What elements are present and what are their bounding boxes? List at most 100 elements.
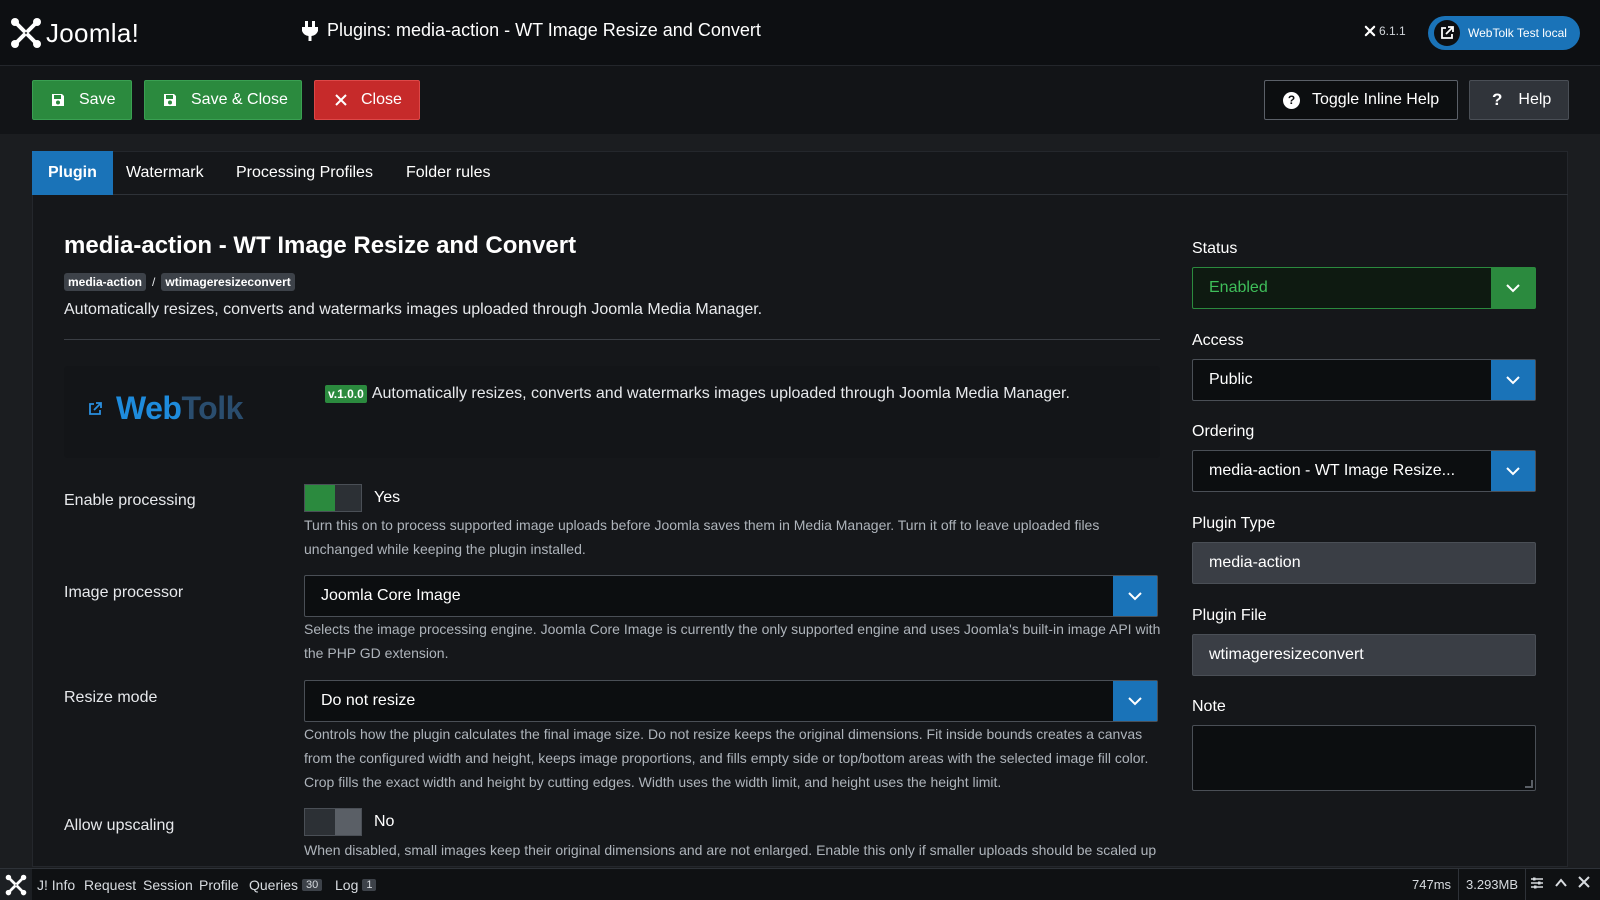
debug-time: 747ms	[1412, 877, 1452, 892]
save-button[interactable]: Save	[32, 80, 132, 120]
tab-watermark[interactable]: Watermark	[110, 151, 220, 195]
resize-mode-value: Do not resize	[321, 692, 416, 709]
resize-mode-hint: Controls how the plugin calculates the f…	[304, 726, 1149, 790]
resize-handle-icon[interactable]	[1525, 780, 1533, 788]
external-link-icon	[1434, 20, 1460, 46]
plugin-file-field: wtimageresizeconvert	[1192, 634, 1536, 676]
ordering-select[interactable]: media-action - WT Image Resize...	[1192, 450, 1536, 492]
toggle-help-label: Toggle Inline Help	[1312, 91, 1440, 108]
image-processor-label: Image processor	[64, 584, 184, 601]
status-value: Enabled	[1209, 279, 1268, 296]
switch-knob	[335, 809, 361, 835]
divider	[64, 339, 1160, 340]
debug-tab-info[interactable]: J! Info	[37, 877, 75, 893]
plug-icon	[302, 20, 318, 41]
note-textarea[interactable]	[1192, 725, 1536, 791]
tab-processing-profiles[interactable]: Processing Profiles	[220, 151, 389, 195]
queries-count: 30	[302, 879, 323, 891]
brand-name: Joomla!	[46, 17, 140, 48]
plugin-identifiers: media-action / wtimageresizeconvert	[64, 273, 295, 291]
close-icon	[335, 94, 347, 106]
debug-tab-session[interactable]: Session	[143, 877, 193, 893]
page-title-text: Plugins: media-action - WT Image Resize …	[327, 20, 761, 40]
image-processor-select[interactable]: Joomla Core Image	[304, 575, 1158, 617]
help-button[interactable]: ? Help	[1469, 80, 1569, 120]
view-site-button[interactable]: WebTolk Test local	[1428, 16, 1580, 50]
help-label: Help	[1518, 91, 1552, 108]
debug-tab-queries[interactable]: Queries 30	[249, 877, 323, 893]
chevron-down-icon	[1491, 360, 1535, 400]
joomla-debug-icon[interactable]	[0, 869, 32, 900]
joomla-version: 6.1.1	[1364, 24, 1406, 38]
allow-upscaling-switch[interactable]	[304, 808, 362, 836]
debug-bar: J! Info Request Session Profile Queries …	[0, 868, 1600, 900]
note-label: Note	[1192, 698, 1226, 715]
log-label: Log	[335, 877, 359, 893]
logo-part-tolk: Tolk	[181, 390, 243, 426]
plugin-type-label: Plugin Type	[1192, 515, 1276, 532]
site-name: WebTolk Test local	[1468, 26, 1567, 40]
plugin-group-badge: media-action	[64, 273, 147, 291]
resize-mode-select[interactable]: Do not resize	[304, 680, 1158, 722]
status-select[interactable]: Enabled	[1192, 267, 1536, 309]
ordering-label: Ordering	[1192, 423, 1255, 440]
page-title: Plugins: media-action - WT Image Resize …	[302, 20, 761, 41]
identifier-separator: /	[152, 275, 156, 289]
plugin-description: Automatically resizes, converts and wate…	[64, 301, 763, 318]
status-label: Status	[1192, 240, 1238, 257]
close-icon[interactable]	[1578, 876, 1590, 891]
plugin-type-field: media-action	[1192, 542, 1536, 584]
version-badge: v.1.0.0	[325, 385, 367, 403]
allow-upscaling-value: No	[374, 813, 395, 830]
allow-upscaling-hint: When disabled, small images keep their o…	[304, 842, 1157, 858]
webtolk-logo[interactable]: WebTolk	[116, 390, 243, 427]
save-close-label: Save & Close	[191, 91, 288, 108]
plugin-title: media-action - WT Image Resize and Conve…	[64, 232, 577, 259]
switch-off-track	[305, 809, 335, 835]
chevron-down-icon	[1491, 268, 1535, 308]
version-text: 6.1.1	[1379, 24, 1406, 38]
save-close-button[interactable]: Save & Close	[144, 80, 302, 120]
joomla-logo-icon	[11, 18, 41, 48]
joomla-logo[interactable]: Joomla!	[10, 16, 139, 50]
chevron-down-icon	[1113, 576, 1157, 616]
tab-folder-rules[interactable]: Folder rules	[390, 151, 506, 195]
tab-plugin[interactable]: Plugin	[32, 151, 113, 195]
debug-tab-profile[interactable]: Profile	[199, 877, 239, 893]
plugin-file-label: Plugin File	[1192, 607, 1267, 624]
divider	[1458, 869, 1459, 900]
access-value: Public	[1209, 371, 1253, 388]
floppy-disk-icon	[52, 94, 64, 106]
access-select[interactable]: Public	[1192, 359, 1536, 401]
toggle-inline-help-button[interactable]: ? Toggle Inline Help	[1264, 80, 1458, 120]
image-processor-hint: Selects the image processing engine. Joo…	[304, 621, 1161, 661]
vendor-description-text: Automatically resizes, converts and wate…	[371, 385, 1070, 402]
floppy-disk-icon	[164, 94, 176, 106]
ordering-value: media-action - WT Image Resize...	[1209, 462, 1456, 479]
close-button[interactable]: Close	[314, 80, 420, 120]
enable-processing-label: Enable processing	[64, 492, 196, 509]
joomla-small-icon	[1364, 25, 1376, 37]
settings-sliders-icon[interactable]	[1530, 876, 1544, 893]
debug-tab-request[interactable]: Request	[84, 877, 136, 893]
log-count: 1	[362, 879, 377, 891]
close-label: Close	[361, 91, 402, 108]
debug-tab-log[interactable]: Log 1	[335, 877, 377, 893]
vendor-description: v.1.0.0 Automatically resizes, converts …	[325, 385, 1070, 403]
enable-processing-hint: Turn this on to process supported image …	[304, 517, 1100, 557]
save-label: Save	[79, 91, 116, 108]
logo-part-web: Web	[116, 390, 182, 426]
chevron-down-icon	[1491, 451, 1535, 491]
switch-on-track	[305, 485, 335, 511]
top-header	[0, 0, 1600, 66]
enable-processing-value: Yes	[374, 489, 401, 506]
access-label: Access	[1192, 332, 1244, 349]
chevron-up-icon[interactable]	[1554, 876, 1568, 893]
enable-processing-switch[interactable]	[304, 484, 362, 512]
external-link-icon[interactable]	[88, 402, 102, 421]
allow-upscaling-label: Allow upscaling	[64, 817, 175, 834]
divider	[1525, 869, 1526, 900]
question-circle-icon: ?	[1283, 91, 1300, 109]
queries-label: Queries	[249, 877, 299, 893]
resize-mode-label: Resize mode	[64, 689, 158, 706]
